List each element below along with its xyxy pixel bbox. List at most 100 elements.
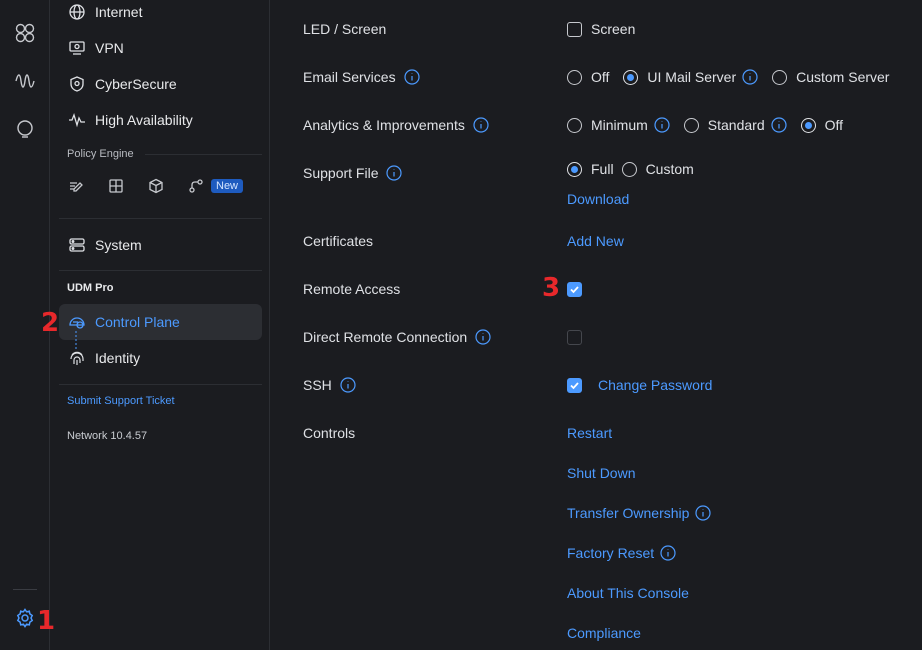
- radio[interactable]: [683, 117, 699, 133]
- support-option-full[interactable]: Full: [567, 161, 614, 177]
- info-icon[interactable]: [742, 69, 758, 85]
- email-option-off[interactable]: Off: [567, 69, 609, 85]
- remote-access-checkbox[interactable]: [567, 281, 582, 297]
- settings-sidebar: Internet VPN CyberSecure High Availabili…: [51, 0, 270, 650]
- certificates-control: Add New: [567, 231, 624, 251]
- policy-engine-tools: New: [67, 174, 244, 198]
- rail-divider: [13, 589, 37, 590]
- compliance-control: Compliance: [567, 623, 641, 643]
- analytics-option-standard[interactable]: Standard: [683, 117, 787, 133]
- email-option-ui-mail-server[interactable]: UI Mail Server: [623, 69, 758, 85]
- option-label: Off: [824, 117, 844, 133]
- network-version: Network 10.4.57: [67, 430, 148, 442]
- remote-access-label: Remote Access: [303, 279, 400, 299]
- led-screen-control: Screen: [567, 19, 635, 39]
- udm-pro-section: UDM Pro: [67, 282, 114, 294]
- transfer-ownership-control: Transfer Ownership: [567, 503, 712, 523]
- shut-down-link[interactable]: Shut Down: [567, 465, 635, 481]
- label-text: Controls: [303, 425, 356, 441]
- sidebar-item-system[interactable]: System: [59, 227, 262, 263]
- screen-checkbox[interactable]: [567, 21, 582, 37]
- option-label: Standard: [707, 117, 765, 133]
- info-icon[interactable]: [340, 377, 356, 393]
- email-services-label: Email Services: [303, 67, 420, 87]
- info-icon[interactable]: [771, 117, 787, 133]
- submit-support-ticket-link[interactable]: Submit Support Ticket: [67, 395, 175, 407]
- option-label: Custom: [645, 161, 694, 177]
- sidebar-item-cybersecure[interactable]: CyberSecure: [59, 66, 262, 102]
- ssh-control: Change Password: [567, 375, 712, 395]
- sidebar-item-identity[interactable]: Identity: [59, 340, 262, 376]
- shield-icon: [67, 74, 87, 94]
- transfer-ownership-link[interactable]: Transfer Ownership: [567, 505, 689, 521]
- sidebar-item-high-availability[interactable]: High Availability: [59, 102, 262, 138]
- settings-gear-icon[interactable]: [11, 604, 39, 632]
- sidebar-item-label: VPN: [95, 40, 124, 56]
- policy-cube-icon[interactable]: [147, 177, 165, 195]
- label-text: Direct Remote Connection: [303, 329, 468, 345]
- option-label: Full: [591, 161, 614, 177]
- compliance-link[interactable]: Compliance: [567, 625, 641, 641]
- devices-icon[interactable]: [11, 19, 39, 47]
- statistics-icon[interactable]: [11, 67, 39, 95]
- info-icon[interactable]: [695, 505, 712, 521]
- add-new-certificate-link[interactable]: Add New: [567, 233, 624, 249]
- option-label: Custom Server: [796, 69, 890, 85]
- label-text: Email Services: [303, 69, 396, 85]
- about-this-console-link[interactable]: About This Console: [567, 585, 689, 601]
- sidebar-item-label: Control Plane: [95, 314, 180, 330]
- support-option-custom[interactable]: Custom: [621, 161, 694, 177]
- radio[interactable]: [621, 161, 637, 177]
- policy-table-icon[interactable]: [107, 177, 125, 195]
- policy-route-icon[interactable]: [187, 177, 205, 195]
- download-support-file: Download: [567, 189, 629, 209]
- label-text: Support File: [303, 165, 379, 181]
- email-services-control: Off UI Mail Server Custom Server: [567, 67, 903, 87]
- analytics-option-minimum[interactable]: Minimum: [567, 117, 670, 133]
- restart-link[interactable]: Restart: [567, 425, 612, 441]
- info-icon[interactable]: [473, 117, 489, 133]
- radio[interactable]: [567, 69, 582, 85]
- label-text: Certificates: [303, 233, 374, 249]
- change-password-link[interactable]: Change Password: [598, 377, 712, 393]
- divider: [59, 384, 262, 385]
- control-plane-icon: [67, 312, 87, 332]
- radio[interactable]: [623, 69, 639, 85]
- info-icon[interactable]: [403, 69, 420, 85]
- policy-edit-icon[interactable]: [67, 177, 85, 195]
- divider: [145, 154, 262, 155]
- info-icon[interactable]: [660, 545, 676, 561]
- radio[interactable]: [567, 117, 582, 133]
- divider: [59, 218, 262, 219]
- radio[interactable]: [800, 117, 816, 133]
- analytics-label: Analytics & Improvements: [303, 115, 489, 135]
- analytics-option-off[interactable]: Off: [800, 117, 844, 133]
- factory-reset-link[interactable]: Factory Reset: [567, 545, 654, 561]
- certificates-label: Certificates: [303, 231, 373, 251]
- radio[interactable]: [772, 69, 788, 85]
- option-label: Minimum: [591, 117, 648, 133]
- radio[interactable]: [567, 161, 582, 177]
- info-icon[interactable]: [654, 117, 670, 133]
- led-screen-label: LED / Screen: [303, 19, 386, 39]
- ssh-checkbox[interactable]: [567, 377, 582, 393]
- screen-option-label: Screen: [591, 21, 636, 37]
- analytics-control: Minimum Standard Off: [567, 115, 857, 135]
- new-badge: New: [211, 179, 244, 193]
- direct-remote-checkbox[interactable]: [567, 329, 582, 345]
- sidebar-item-label: Identity: [95, 350, 141, 366]
- insights-icon[interactable]: [11, 115, 39, 143]
- info-icon[interactable]: [386, 165, 403, 181]
- download-link[interactable]: Download: [567, 191, 629, 207]
- ssh-label: SSH: [303, 375, 356, 395]
- sidebar-item-control-plane[interactable]: Control Plane: [59, 304, 262, 340]
- globe-icon: [67, 2, 87, 22]
- divider: [59, 270, 262, 271]
- sidebar-item-internet[interactable]: Internet: [59, 0, 262, 30]
- annotation-marker-2: 2: [41, 308, 60, 338]
- label-text: SSH: [303, 377, 332, 393]
- info-icon[interactable]: [475, 329, 491, 345]
- server-icon: [67, 235, 87, 255]
- email-option-custom-server[interactable]: Custom Server: [772, 69, 889, 85]
- sidebar-item-vpn[interactable]: VPN: [59, 30, 262, 66]
